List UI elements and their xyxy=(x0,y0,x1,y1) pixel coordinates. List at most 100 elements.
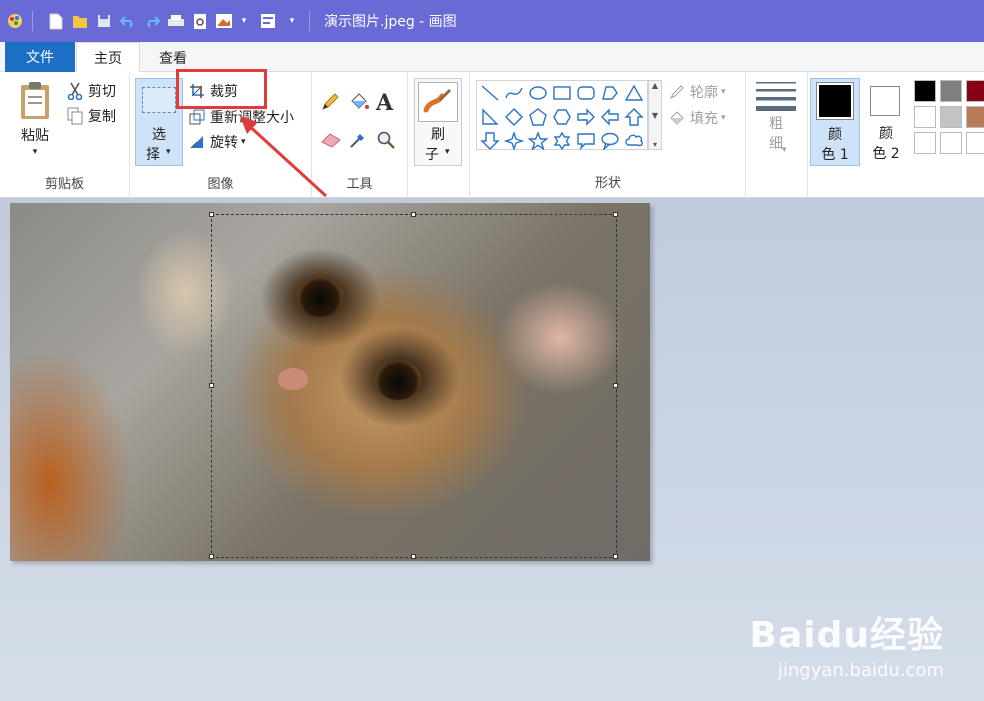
fill-label: 填充 xyxy=(690,111,718,127)
set-desktop-icon[interactable] xyxy=(215,12,233,30)
expand-gallery-icon[interactable]: ▾ xyxy=(653,140,657,149)
print-preview-icon[interactable] xyxy=(191,12,209,30)
palette-swatch[interactable] xyxy=(966,106,984,128)
selection-handle[interactable] xyxy=(613,212,618,217)
paint-app-icon[interactable] xyxy=(6,12,24,30)
watermark-url: jingyan.baidu.com xyxy=(777,660,944,681)
brushes-group: 刷 子 ▾ xyxy=(408,72,470,198)
paste-button[interactable]: 粘贴 ▾ xyxy=(12,80,58,158)
palette-swatch[interactable] xyxy=(940,106,962,128)
color2-swatch xyxy=(870,86,900,116)
copy-icon xyxy=(66,107,84,125)
shapes-group-label: 形状 xyxy=(594,176,621,191)
tab-file[interactable]: 文件 xyxy=(5,42,75,72)
tools-group-label: 工具 xyxy=(346,177,373,192)
curve-shape-icon[interactable] xyxy=(502,81,526,105)
cut-label: 剪切 xyxy=(88,84,116,100)
scroll-down-icon[interactable]: ▼ xyxy=(652,111,658,120)
qat-separator xyxy=(32,11,33,31)
fill-bucket-icon[interactable] xyxy=(348,92,370,116)
palette-swatch[interactable] xyxy=(914,106,936,128)
save-icon[interactable] xyxy=(95,12,113,30)
shapes-scrollbar[interactable]: ▲ ▼ ▾ xyxy=(648,80,662,150)
rotate-icon xyxy=(188,133,206,151)
line-shape-icon[interactable] xyxy=(478,81,502,105)
up-arrow-shape-icon[interactable] xyxy=(622,105,646,129)
color1-button[interactable]: 颜 色 1 xyxy=(810,78,860,166)
open-file-icon[interactable] xyxy=(71,12,89,30)
eraser-icon[interactable] xyxy=(320,132,342,152)
rectangle-shape-icon[interactable] xyxy=(550,81,574,105)
select-label-2: 择 xyxy=(146,147,160,163)
chevron-down-icon: ▾ xyxy=(782,145,787,155)
size-button[interactable]: 粗 细 xyxy=(752,80,800,154)
print-icon[interactable] xyxy=(167,12,185,30)
properties-icon[interactable] xyxy=(259,12,277,30)
palette-swatch[interactable] xyxy=(914,132,936,154)
copy-button[interactable]: 复制 xyxy=(66,106,116,126)
rect-callout-shape-icon[interactable] xyxy=(574,129,598,153)
magnifier-icon[interactable] xyxy=(376,130,396,154)
outline-button[interactable]: 轮廓 ▾ xyxy=(668,82,726,102)
size-group: 粗 细 ▾ xyxy=(746,72,808,198)
palette-swatch[interactable] xyxy=(966,132,984,154)
chevron-down-icon: ▾ xyxy=(32,147,38,157)
palette-swatch[interactable] xyxy=(914,80,936,102)
cloud-callout-shape-icon[interactable] xyxy=(622,129,646,153)
palette-swatch[interactable] xyxy=(940,80,962,102)
rotate-button[interactable]: 旋转 ▾ xyxy=(188,132,246,152)
pencil-icon[interactable] xyxy=(320,92,340,116)
fill-button[interactable]: 填充 ▾ xyxy=(668,108,726,128)
oval-callout-shape-icon[interactable] xyxy=(598,129,622,153)
right-arrow-shape-icon[interactable] xyxy=(574,105,598,129)
color-picker-icon[interactable] xyxy=(348,130,368,154)
text-tool-icon[interactable]: A xyxy=(376,90,393,116)
selection-handle[interactable] xyxy=(613,383,618,388)
color1-label-2: 色 1 xyxy=(821,147,849,163)
brushes-button[interactable]: 刷 子 ▾ xyxy=(414,78,462,166)
color2-button[interactable]: 颜 色 2 xyxy=(864,78,908,166)
palette-swatch[interactable] xyxy=(940,132,962,154)
six-point-star-shape-icon[interactable] xyxy=(550,129,574,153)
selection-handle[interactable] xyxy=(613,554,618,559)
resize-button[interactable]: 重新调整大小 xyxy=(188,107,294,127)
diamond-shape-icon[interactable] xyxy=(502,105,526,129)
scroll-up-icon[interactable]: ▲ xyxy=(652,81,658,90)
copy-label: 复制 xyxy=(88,109,116,125)
down-arrow-shape-icon[interactable] xyxy=(478,129,502,153)
tab-home[interactable]: 主页 xyxy=(76,42,140,73)
selection-handle[interactable] xyxy=(411,212,416,217)
selection-handle[interactable] xyxy=(209,383,214,388)
hexagon-shape-icon[interactable] xyxy=(550,105,574,129)
chevron-down-icon: ▾ xyxy=(166,147,171,157)
ribbon-tab-bar: 文件 主页 查看 xyxy=(0,42,984,73)
selection-handle[interactable] xyxy=(209,554,214,559)
pentagon-shape-icon[interactable] xyxy=(526,105,550,129)
undo-icon[interactable] xyxy=(119,12,137,30)
baidu-watermark: Baidu经验 jingyan.baidu.com xyxy=(750,606,944,681)
polygon-shape-icon[interactable] xyxy=(598,81,622,105)
resize-label: 重新调整大小 xyxy=(210,110,294,126)
canvas-area[interactable]: Baidu经验 jingyan.baidu.com xyxy=(0,198,984,701)
five-point-star-shape-icon[interactable] xyxy=(526,129,550,153)
window-title: 演示图片.jpeg - 画图 xyxy=(324,14,457,30)
new-file-icon[interactable] xyxy=(47,12,65,30)
outline-pencil-icon xyxy=(668,83,686,101)
selection-handle[interactable] xyxy=(411,554,416,559)
rotate-label: 旋转 xyxy=(210,135,238,151)
redo-icon[interactable] xyxy=(143,12,161,30)
rounded-rectangle-shape-icon[interactable] xyxy=(574,81,598,105)
kitten-photo[interactable] xyxy=(10,203,650,561)
palette-swatch[interactable] xyxy=(966,80,984,102)
customize-qat-icon[interactable]: ▾ xyxy=(283,12,301,30)
chevron-down-icon[interactable]: ▾ xyxy=(235,12,253,30)
four-point-star-shape-icon[interactable] xyxy=(502,129,526,153)
chevron-down-icon: ▾ xyxy=(721,113,726,123)
left-arrow-shape-icon[interactable] xyxy=(598,105,622,129)
oval-shape-icon[interactable] xyxy=(526,81,550,105)
selection-handle[interactable] xyxy=(209,212,214,217)
triangle-shape-icon[interactable] xyxy=(622,81,646,105)
selection-rectangle[interactable] xyxy=(211,214,617,558)
cut-button[interactable]: 剪切 xyxy=(66,81,116,101)
right-triangle-shape-icon[interactable] xyxy=(478,105,502,129)
